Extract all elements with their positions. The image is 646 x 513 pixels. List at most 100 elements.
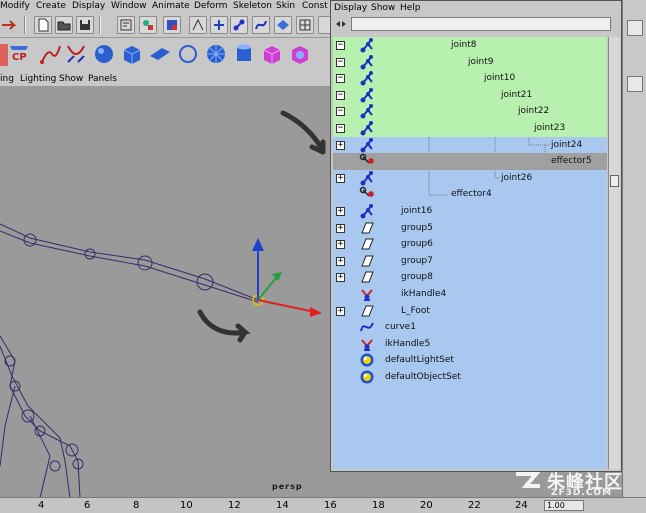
viewport-menu-lighting[interactable]: Lighting <box>20 73 56 86</box>
collapse-icon[interactable]: − <box>336 124 345 133</box>
current-frame-field[interactable]: 1.00 <box>544 500 584 511</box>
outliner-row[interactable]: − joint8 <box>333 37 607 54</box>
outliner-menu-help[interactable]: Help <box>400 2 421 14</box>
scrollbar-thumb[interactable] <box>610 175 619 187</box>
cylinder-icon[interactable] <box>232 42 256 66</box>
outliner-item-label: joint22 <box>518 106 550 117</box>
timeline-tick: 14 <box>276 500 289 511</box>
outliner-row[interactable]: ikHandle5 <box>333 336 607 353</box>
outliner-row[interactable]: curve1 <box>333 319 607 336</box>
outliner-filter-input[interactable] <box>351 17 611 31</box>
outliner-row[interactable]: − joint10 <box>333 70 607 87</box>
collapse-icon[interactable]: − <box>336 57 345 67</box>
viewport-menu-shading[interactable]: ing <box>0 73 14 86</box>
circle-icon[interactable] <box>176 42 200 66</box>
filter-arrows-icon[interactable] <box>334 19 348 29</box>
mask-icon[interactable] <box>189 16 207 34</box>
outliner-row[interactable]: + joint24 <box>333 137 607 154</box>
select-object-icon[interactable] <box>139 16 157 34</box>
menu-const[interactable]: Const <box>302 0 328 12</box>
viewport-menu-show[interactable]: Show <box>59 73 83 86</box>
camera-label: persp <box>272 482 303 491</box>
time-slider[interactable]: 4 6 8 10 12 14 16 18 20 22 24 1.00 <box>0 497 646 513</box>
poly-sphere-icon[interactable] <box>204 42 228 66</box>
outliner-row[interactable]: + group5 <box>333 220 607 237</box>
select-component-icon[interactable] <box>163 16 181 34</box>
outliner-row[interactable]: + L_Foot <box>333 303 607 320</box>
joint-mask-icon[interactable] <box>230 16 248 34</box>
expand-icon[interactable]: + <box>336 306 345 316</box>
outliner-row[interactable]: + joint16 <box>333 203 607 220</box>
expand-icon[interactable]: + <box>336 256 345 266</box>
menu-create[interactable]: Create <box>36 0 66 12</box>
outliner-item-label: joint24 <box>551 139 583 150</box>
outliner-row[interactable]: − joint23 <box>333 120 607 137</box>
timeline-tick: 16 <box>324 500 337 511</box>
joint-icon <box>359 70 375 86</box>
joint-icon <box>359 87 375 103</box>
timeline-tick: 10 <box>180 500 193 511</box>
outliner-row[interactable]: effector5 <box>333 153 607 170</box>
expand-icon[interactable]: + <box>336 207 345 216</box>
menu-window[interactable]: Window <box>111 0 147 12</box>
poly-cube-icon[interactable] <box>260 42 284 66</box>
menu-skeleton[interactable]: Skeleton <box>233 0 272 12</box>
menu-animate[interactable]: Animate <box>152 0 190 12</box>
deformer-mask-icon[interactable] <box>296 16 314 34</box>
outliner-row[interactable]: defaultLightSet <box>333 352 607 369</box>
plus-icon[interactable] <box>210 16 228 34</box>
ik-spline-icon[interactable] <box>38 42 62 66</box>
outliner-item-label: joint10 <box>484 73 516 84</box>
outliner-row[interactable]: − joint21 <box>333 86 607 104</box>
arrow-icon[interactable] <box>0 16 20 34</box>
outliner-row[interactable]: − joint9 <box>333 53 607 71</box>
expand-icon[interactable]: + <box>336 273 345 283</box>
collapse-icon[interactable]: − <box>336 41 345 50</box>
expand-icon[interactable]: + <box>336 240 345 250</box>
expand-icon[interactable]: + <box>336 223 345 233</box>
panel-toggle-button[interactable] <box>627 20 643 36</box>
shelf-cp-button[interactable]: CP <box>0 44 30 66</box>
save-scene-icon[interactable] <box>76 16 94 34</box>
outliner-row[interactable]: + joint26 <box>333 170 607 187</box>
viewport-menu-panels[interactable]: Panels <box>88 73 117 86</box>
outliner-row[interactable]: + group6 <box>333 236 607 253</box>
collapse-icon[interactable]: − <box>336 107 345 117</box>
menu-display[interactable]: Display <box>72 0 105 12</box>
select-hierarchy-icon[interactable] <box>117 16 135 34</box>
outliner-item-label: group7 <box>401 255 433 266</box>
cube-icon[interactable] <box>120 42 144 66</box>
open-scene-icon[interactable] <box>55 16 73 34</box>
menu-modify[interactable]: Modify <box>0 0 30 12</box>
outliner-item-label: group6 <box>401 239 433 250</box>
menu-deform[interactable]: Deform <box>194 0 227 12</box>
curve-mask-icon[interactable] <box>252 16 270 34</box>
expand-icon[interactable]: + <box>336 173 345 183</box>
outliner-row[interactable]: ikHandle4 <box>333 286 607 303</box>
plane-icon[interactable] <box>148 42 172 66</box>
set-icon <box>359 369 375 385</box>
collapse-icon[interactable]: − <box>336 90 345 100</box>
surface-mask-icon[interactable] <box>274 16 292 34</box>
poly-torus-icon[interactable] <box>288 42 312 66</box>
menu-skin[interactable]: Skin <box>276 0 295 12</box>
new-scene-icon[interactable] <box>34 16 52 34</box>
outliner-row[interactable]: − joint22 <box>333 103 607 120</box>
outliner-list[interactable]: − joint8 − joint9 − joint10 − joint21 − joint22 − j… <box>333 37 607 469</box>
outliner-item-label: joint23 <box>534 123 566 133</box>
ik-curve-icon[interactable] <box>64 42 88 66</box>
outliner-menu-show[interactable]: Show <box>371 2 395 14</box>
outliner-row[interactable]: effector4 <box>333 186 607 203</box>
panel-toggle-button[interactable] <box>627 76 643 92</box>
expand-icon[interactable]: + <box>336 140 345 150</box>
outliner-row[interactable]: + group7 <box>333 253 607 270</box>
outliner-row[interactable]: + group8 <box>333 269 607 286</box>
outliner-menu-display[interactable]: Display <box>334 2 367 14</box>
collapse-icon[interactable]: − <box>336 74 345 84</box>
sphere-icon[interactable] <box>92 42 116 66</box>
outliner-row[interactable]: defaultObjectSet <box>333 369 607 386</box>
timeline-tick: 20 <box>420 500 433 511</box>
group-icon <box>359 269 375 285</box>
outliner-scrollbar[interactable] <box>608 37 620 469</box>
annotation-arrow-icon <box>280 110 326 155</box>
